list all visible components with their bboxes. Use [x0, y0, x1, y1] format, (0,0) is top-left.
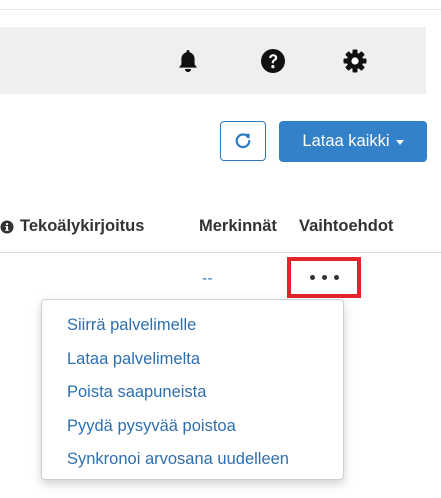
help-icon[interactable]: [259, 47, 287, 75]
column-header-ai-writing-label: Tekoälykirjoitus: [20, 217, 145, 235]
refresh-icon: [234, 132, 252, 150]
caret-down-icon: [395, 140, 404, 145]
load-all-label: Lataa kaikki: [302, 132, 390, 150]
info-icon: [0, 220, 14, 234]
options-dropdown-menu: Siirrä palvelimelle Lataa palvelimelta P…: [41, 299, 344, 480]
more-dots-icon: [309, 275, 315, 280]
marks-cell[interactable]: --: [202, 270, 213, 288]
refresh-button[interactable]: [220, 121, 266, 161]
load-all-button[interactable]: Lataa kaikki: [279, 121, 427, 162]
page: Lataa kaikki Tekoälykirjoitus Merkinnät …: [0, 0, 441, 498]
menu-item-download-from-server[interactable]: Lataa palvelimelta: [42, 343, 343, 377]
menu-item-resync-grade[interactable]: Synkronoi arvosana uudelleen: [42, 443, 343, 477]
column-header-marks: Merkinnät: [199, 217, 277, 235]
menu-item-move-to-server[interactable]: Siirrä palvelimelle: [42, 309, 343, 343]
column-header-options: Vaihtoehdot: [299, 217, 394, 235]
more-dots-icon: [321, 275, 327, 280]
bell-icon[interactable]: [174, 47, 202, 75]
divider: [0, 9, 441, 10]
table-header-divider: [0, 252, 441, 253]
options-button[interactable]: [287, 257, 361, 298]
menu-item-remove-from-inbox[interactable]: Poista saapuneista: [42, 376, 343, 410]
menu-item-request-permanent-deletion[interactable]: Pyydä pysyvää poistoa: [42, 410, 343, 444]
column-header-ai-writing: Tekoälykirjoitus: [0, 217, 144, 236]
more-dots-icon: [333, 275, 339, 280]
gear-icon[interactable]: [341, 47, 369, 75]
